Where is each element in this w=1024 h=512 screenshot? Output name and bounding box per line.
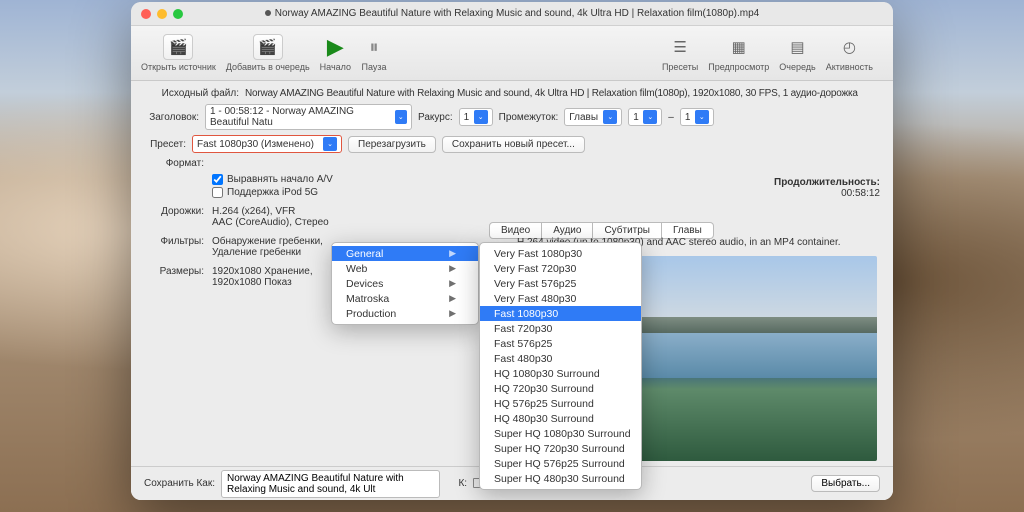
preset-item[interactable]: Fast 480p30 [480,351,641,366]
angle-label: Ракурс: [418,112,453,123]
pause-icon: ⏸ [361,34,387,60]
source-label: Исходный файл: [144,88,239,99]
tracks-value: H.264 (x264), VFR AAC (CoreAudio), Стере… [212,206,344,228]
save-to-label: К: [458,478,467,489]
menu-item-general[interactable]: General▶ [332,246,478,261]
preset-select[interactable]: Fast 1080p30 (Изменено)⌄ [192,135,342,153]
chevron-down-icon: ⌄ [643,110,657,124]
preset-item[interactable]: Fast 576p25 [480,336,641,351]
menu-item-web[interactable]: Web▶ [332,261,478,276]
preset-item[interactable]: Very Fast 480p30 [480,291,641,306]
filters-label: Фильтры: [144,236,204,258]
align-av-checkbox[interactable]: Выравнять начало A/V [212,174,344,185]
open-source-button[interactable]: 🎬Открыть источник [141,34,216,72]
preset-item[interactable]: HQ 480p30 Surround [480,411,641,426]
format-label: Формат: [144,158,204,169]
play-icon: ▶ [322,34,348,60]
preset-label: Пресет: [144,139,186,150]
window-controls [141,9,183,19]
range-label: Промежуток: [499,112,559,123]
activity-icon: ◴ [836,34,862,60]
preset-item[interactable]: Super HQ 480p30 Surround [480,471,641,486]
zoom-icon[interactable] [173,9,183,19]
range-type-select[interactable]: Главы⌄ [564,108,622,126]
close-icon[interactable] [141,9,151,19]
toolbar: 🎬Открыть источник 🎬Добавить в очередь ▶Н… [131,26,893,81]
filters-value: Обнаружение гребенки, Удаление гребенки [212,236,344,258]
pause-button[interactable]: ⏸Пауза [361,34,387,72]
titlebar[interactable]: Norway AMAZING Beautiful Nature with Rel… [131,2,893,26]
presets-button[interactable]: ☰Пресеты [662,34,698,72]
browse-button[interactable]: Выбрать... [811,475,880,492]
queue-button[interactable]: ▤Очередь [779,34,815,72]
preset-item[interactable]: Very Fast 1080p30 [480,246,641,261]
preset-submenu: Very Fast 1080p30Very Fast 720p30Very Fa… [479,242,642,490]
add-queue-button[interactable]: 🎬Добавить в очередь [226,34,310,72]
preset-item[interactable]: Very Fast 576p25 [480,276,641,291]
preset-item[interactable]: Super HQ 720p30 Surround [480,441,641,456]
start-button[interactable]: ▶Начало [320,34,351,72]
queue-add-icon: 🎬 [253,34,283,60]
menu-item-matroska[interactable]: Matroska▶ [332,291,478,306]
preset-item[interactable]: HQ 720p30 Surround [480,381,641,396]
app-window: Norway AMAZING Beautiful Nature with Rel… [131,2,893,500]
ipod-checkbox[interactable]: Поддержка iPod 5G [212,187,344,198]
preset-category-menu: General▶Web▶Devices▶Matroska▶Production▶ [331,242,479,325]
title-label: Заголовок: [144,112,199,123]
window-title: Norway AMAZING Beautiful Nature with Rel… [131,8,893,19]
save-preset-button[interactable]: Сохранить новый пресет... [442,136,585,153]
save-as-label: Сохранить Как: [144,478,215,489]
menu-item-devices[interactable]: Devices▶ [332,276,478,291]
minimize-icon[interactable] [157,9,167,19]
duration-block: Продолжительность: 00:58:12 [774,177,880,199]
stack-icon: ▤ [785,34,811,60]
preset-item[interactable]: Super HQ 576p25 Surround [480,456,641,471]
range-from-select[interactable]: 1⌄ [628,108,662,126]
chevron-down-icon: ⌄ [695,110,709,124]
title-select[interactable]: 1 - 00:58:12 - Norway AMAZING Beautiful … [205,104,412,130]
range-separator: – [668,112,674,123]
preset-item[interactable]: Fast 720p30 [480,321,641,336]
eye-icon: ▦ [726,34,752,60]
film-icon: 🎬 [163,34,193,60]
chevron-down-icon: ⌄ [603,110,617,124]
preset-item[interactable]: Fast 1080p30 [480,306,641,321]
save-as-field[interactable]: Norway AMAZING Beautiful Nature with Rel… [221,470,440,498]
menu-item-production[interactable]: Production▶ [332,306,478,321]
preset-item[interactable]: Super HQ 1080p30 Surround [480,426,641,441]
angle-select[interactable]: 1⌄ [459,108,493,126]
preset-item[interactable]: Very Fast 720p30 [480,261,641,276]
chevron-down-icon: ⌄ [395,110,407,124]
range-to-select[interactable]: 1⌄ [680,108,714,126]
chevron-down-icon: ⌄ [474,110,488,124]
activity-button[interactable]: ◴Активность [826,34,873,72]
preset-item[interactable]: HQ 1080p30 Surround [480,366,641,381]
size-value: 1920x1080 Хранение, 1920x1080 Показ [212,266,344,288]
sliders-icon: ☰ [667,34,693,60]
reload-button[interactable]: Перезагрузить [348,136,436,153]
source-value: Norway AMAZING Beautiful Nature with Rel… [245,88,858,99]
preview-button[interactable]: ▦Предпросмотр [708,34,769,72]
tracks-label: Дорожки: [144,206,204,228]
preset-item[interactable]: HQ 576p25 Surround [480,396,641,411]
chevron-down-icon: ⌄ [323,137,337,151]
size-label: Размеры: [144,266,204,288]
